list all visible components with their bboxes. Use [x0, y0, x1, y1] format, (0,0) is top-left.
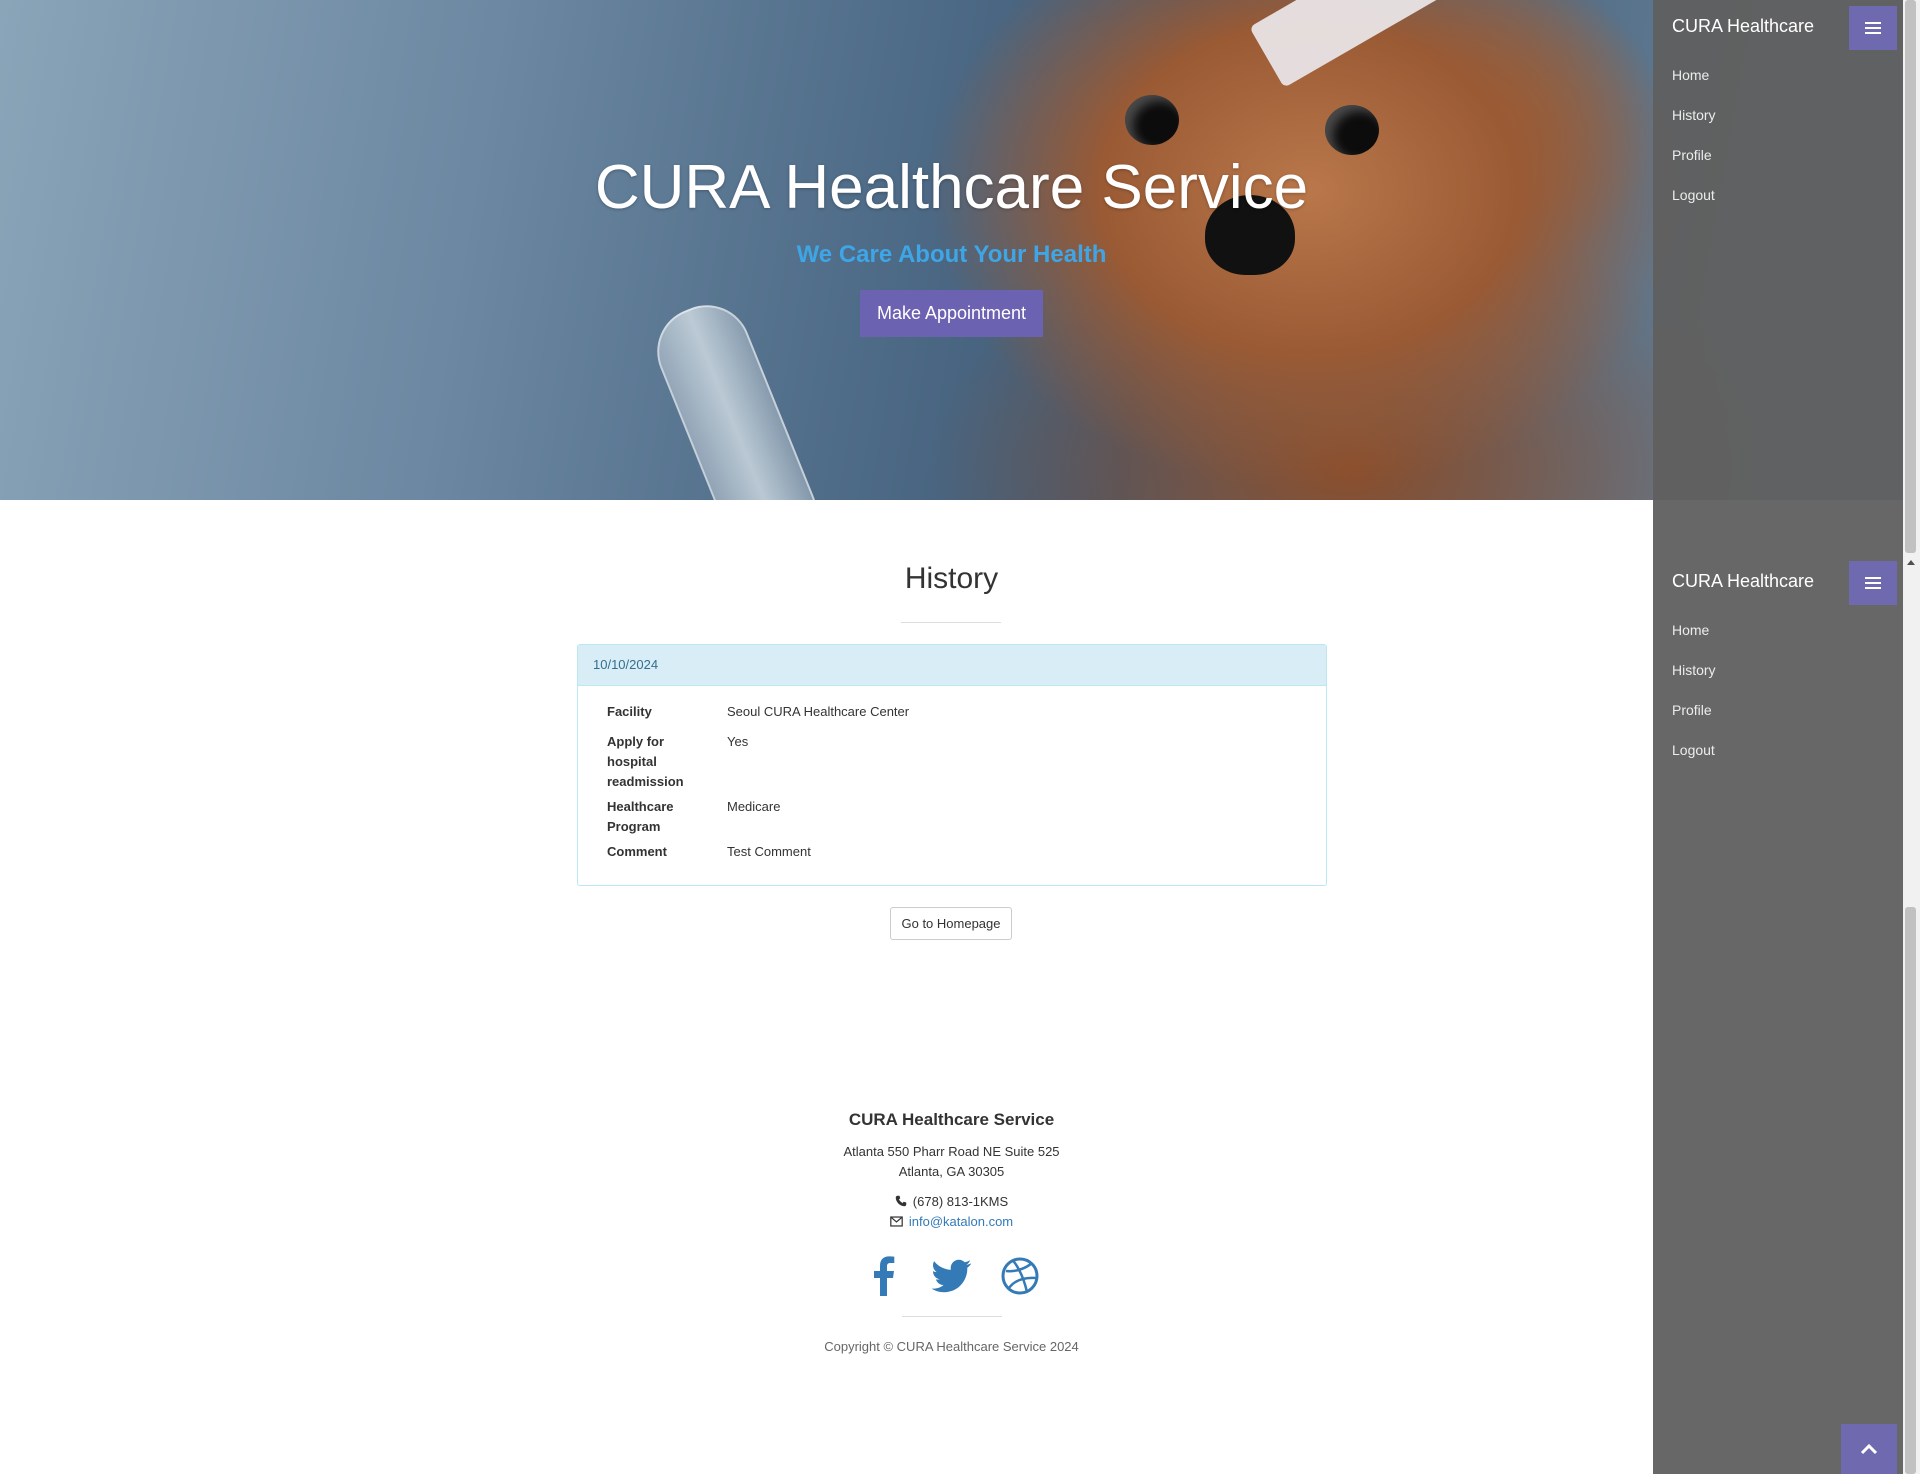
- history-title: History: [904, 562, 999, 595]
- footer-address: Atlanta 550 Pharr Road NE Suite 525 Atla…: [0, 1142, 1903, 1182]
- sidebar-nav: Home History Profile Logout: [1672, 65, 1716, 225]
- sidebar-item-profile[interactable]: Profile: [1672, 145, 1716, 185]
- hero-subtitle: We Care About Your Health: [796, 241, 1107, 268]
- email-row: info@katalon.com: [0, 1212, 1903, 1232]
- email-link[interactable]: info@katalon.com: [909, 1214, 1013, 1229]
- scrollbar-thumb[interactable]: [1905, 907, 1916, 1474]
- sidebar-item-home[interactable]: Home: [1672, 65, 1716, 105]
- envelope-icon: [890, 1216, 903, 1227]
- address-line: Atlanta, GA 30305: [898, 1164, 1005, 1179]
- dribbble-icon[interactable]: [1000, 1254, 1040, 1298]
- hero-content: CURA Healthcare Service We Care About Yo…: [0, 148, 1903, 337]
- field-label: Comment: [607, 844, 667, 859]
- divider: [901, 1316, 1002, 1317]
- sidebar-brand[interactable]: CURA Healthcare: [1672, 16, 1814, 37]
- appointment-date: 10/10/2024: [578, 645, 1326, 686]
- address-line: Atlanta 550 Pharr Road NE Suite 525: [843, 1144, 1060, 1159]
- scrollbar-thumb[interactable]: [1905, 0, 1916, 553]
- sidebar-item-profile[interactable]: Profile: [1672, 700, 1716, 740]
- phone-icon: [895, 1195, 907, 1207]
- bars-icon: [1865, 27, 1881, 29]
- sidebar-item-history[interactable]: History: [1672, 105, 1716, 145]
- field-label: Apply for hospital readmission: [607, 734, 684, 789]
- scroll-up-arrow-icon[interactable]: [1907, 560, 1915, 565]
- menu-toggle-button[interactable]: [1849, 6, 1897, 50]
- phone-row: (678) 813-1KMS: [0, 1192, 1903, 1212]
- sidebar-item-logout[interactable]: Logout: [1672, 740, 1716, 780]
- hero-section: CURA Healthcare Service We Care About Yo…: [0, 0, 1920, 500]
- make-appointment-button[interactable]: Make Appointment: [859, 290, 1044, 337]
- divider: [901, 622, 1001, 623]
- footer: CURA Healthcare Service Atlanta 550 Phar…: [0, 1108, 1903, 1354]
- bandage-decoration: [1249, 0, 1501, 88]
- bear-eye-decoration: [1125, 95, 1179, 145]
- sidebar-item-history[interactable]: History: [1672, 660, 1716, 700]
- sidebar-item-logout[interactable]: Logout: [1672, 185, 1716, 225]
- footer-contact: (678) 813-1KMS info@katalon.com: [0, 1192, 1903, 1232]
- readmission-value: Yes: [727, 734, 749, 749]
- sidebar-nav: Home History Profile Logout: [1672, 620, 1716, 780]
- program-value: Medicare: [727, 799, 781, 814]
- footer-title: CURA Healthcare Service: [848, 1110, 1055, 1129]
- field-label: Facility: [607, 704, 652, 719]
- twitter-icon[interactable]: [931, 1254, 972, 1298]
- comment-value: Test Comment: [727, 844, 811, 859]
- chevron-up-icon: [1860, 1443, 1878, 1455]
- appointment-panel: 10/10/2024 Facility Seoul CURA Healthcar…: [577, 644, 1327, 886]
- facebook-icon[interactable]: [864, 1254, 904, 1298]
- field-label: Healthcare Program: [607, 799, 674, 834]
- facility-value: Seoul CURA Healthcare Center: [727, 704, 910, 719]
- scroll-to-top-button[interactable]: [1841, 1424, 1897, 1474]
- sidebar-item-home[interactable]: Home: [1672, 620, 1716, 660]
- social-links: [0, 1254, 1903, 1298]
- phone-number: (678) 813-1KMS: [912, 1194, 1009, 1209]
- go-to-homepage-button[interactable]: Go to Homepage: [890, 907, 1012, 940]
- copyright: Copyright © CURA Healthcare Service 2024: [824, 1339, 1079, 1354]
- hero-title: CURA Healthcare Service: [594, 153, 1309, 222]
- scrollbar[interactable]: [1903, 0, 1920, 1474]
